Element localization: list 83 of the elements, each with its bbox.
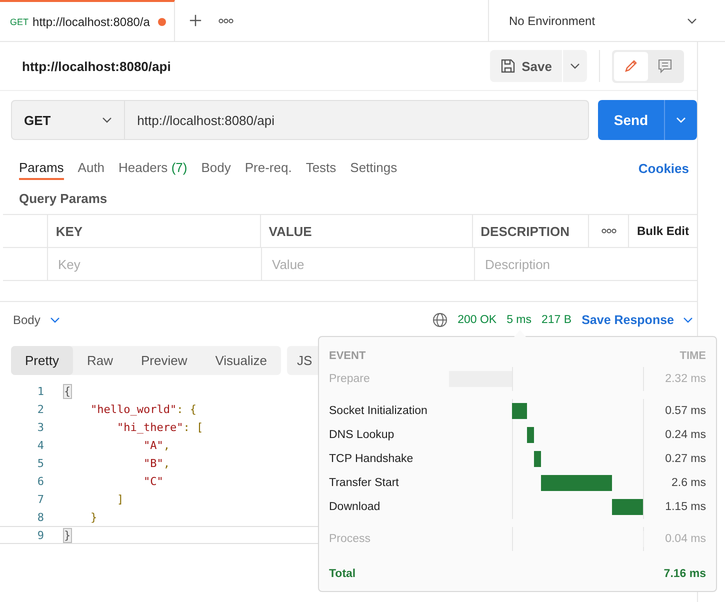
edit-button[interactable]: [614, 52, 648, 80]
code-line: "C": [142, 474, 164, 488]
chevron-down-icon: [50, 317, 60, 323]
response-time[interactable]: 5 ms: [506, 314, 532, 326]
line-number: 6: [36, 474, 45, 488]
status-code[interactable]: 200 OK: [458, 314, 497, 326]
column-header: KEY: [48, 215, 261, 247]
event-name: Download: [329, 501, 382, 513]
event-time: 0.27 ms: [664, 453, 706, 465]
url-field[interactable]: http://localhost:8080/api: [125, 100, 589, 140]
timing-bar: [512, 403, 528, 419]
save-button[interactable]: Save: [490, 50, 562, 82]
request-tab[interactable]: GET http://localhost:8080/a: [0, 0, 175, 42]
timing-bar: [612, 499, 643, 515]
line-number: 4: [36, 438, 45, 452]
line-number: 5: [36, 456, 45, 470]
column-header: TIME: [678, 350, 706, 362]
tab-title: http://localhost:8080/a: [32, 14, 151, 28]
code-line: }: [89, 510, 98, 524]
view-tab[interactable]: Preview: [126, 346, 202, 375]
more-icon[interactable]: [218, 18, 234, 24]
view-tab[interactable]: Pretty: [11, 346, 73, 375]
line-number: 7: [36, 492, 45, 506]
timing-bar: [534, 451, 542, 467]
comment-icon: [657, 58, 673, 74]
timing-bar: [527, 427, 534, 443]
event-time: 2.6 ms: [670, 477, 706, 489]
chevron-down-icon: [683, 317, 693, 323]
total-label: Total: [329, 568, 357, 580]
request-tab-item[interactable]: Tests: [306, 156, 336, 180]
event-time: 0.04 ms: [664, 533, 706, 545]
body-select[interactable]: Body: [13, 313, 60, 327]
code-line: "A",: [142, 438, 170, 452]
event-name: TCP Handshake: [329, 453, 414, 465]
request-title: http://localhost:8080/api: [22, 58, 172, 74]
request-tab-item[interactable]: Settings: [350, 156, 398, 180]
environment-select[interactable]: No Environment: [488, 0, 725, 42]
pencil-icon: [623, 58, 639, 74]
event-time: 0.57 ms: [664, 405, 706, 417]
view-tab[interactable]: Raw: [72, 346, 127, 375]
line-number: 2: [36, 402, 45, 416]
code-line: ]: [116, 492, 124, 506]
event-name: Process: [329, 533, 372, 545]
line-number: 3: [36, 420, 45, 434]
chevron-down-icon: [676, 117, 686, 123]
more-icon[interactable]: [600, 228, 617, 234]
request-tab-item[interactable]: Auth: [78, 156, 105, 180]
method-select[interactable]: GET: [11, 100, 126, 140]
request-tab-item[interactable]: Body: [201, 156, 231, 180]
event-time: 2.32 ms: [664, 373, 706, 385]
method-label: GET: [10, 16, 29, 26]
chevron-down-icon: [570, 63, 580, 69]
chevron-down-icon: [102, 117, 112, 123]
total-time: 7.16 ms: [662, 568, 706, 580]
line-number: 9: [36, 528, 45, 542]
event-name: Socket Initialization: [329, 405, 428, 417]
code-line: "hello_world": {: [89, 402, 196, 416]
column-header: VALUE: [260, 215, 473, 247]
code-line: "hi_there": [: [116, 420, 204, 434]
response-size[interactable]: 217 B: [542, 314, 572, 326]
new-tab-icon[interactable]: [189, 14, 202, 27]
save-response-button[interactable]: Save Response: [582, 313, 693, 327]
event-time: 1.15 ms: [664, 501, 706, 513]
request-tab-item[interactable]: Params: [19, 156, 64, 180]
event-name: Prepare: [329, 373, 371, 385]
section-title: Query Params: [18, 190, 108, 208]
timing-bar: [541, 475, 612, 491]
column-header: DESCRIPTION: [472, 215, 590, 247]
send-button[interactable]: Send: [598, 100, 664, 140]
line-number: 8: [36, 510, 45, 524]
chevron-down-icon: [687, 18, 697, 24]
event-name: Transfer Start: [329, 477, 400, 489]
view-tab[interactable]: Visualize: [201, 346, 282, 375]
save-icon: [500, 58, 516, 74]
cookies-link[interactable]: Cookies: [638, 160, 689, 176]
event-name: DNS Lookup: [329, 429, 396, 441]
request-tab-item[interactable]: Headers (7): [118, 156, 188, 180]
globe-icon[interactable]: [432, 312, 448, 328]
request-tab-item[interactable]: Pre-req.: [244, 156, 292, 180]
event-time: 0.24 ms: [664, 429, 706, 441]
code-line: "B",: [142, 456, 170, 470]
bulk-edit-button[interactable]: Bulk Edit: [636, 224, 689, 238]
line-number: 1: [36, 384, 45, 398]
